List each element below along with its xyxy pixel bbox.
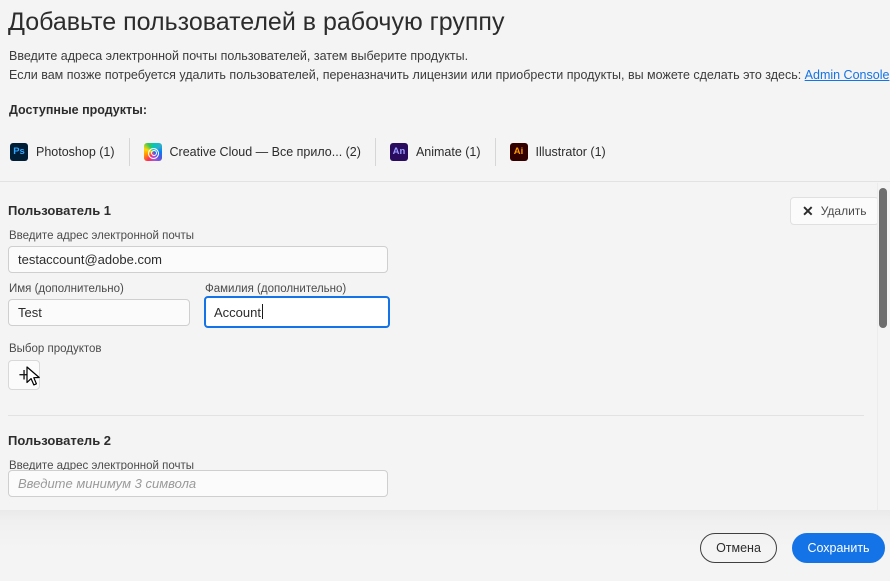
available-products-label: Доступные продукты: [9,103,147,117]
user-divider [8,415,864,416]
add-users-dialog: Добавьте пользователей в рабочую группу … [0,0,890,581]
text-caret [262,304,263,319]
plus-icon: + [18,364,30,386]
product-chip-illustrator[interactable]: Ai Illustrator (1) [494,138,620,166]
user-1-title: Пользователь 1 [8,203,112,218]
creative-cloud-icon [143,143,162,161]
instruction-line-1: Введите адреса электронной почты пользов… [9,49,469,63]
users-scroll-panel[interactable]: Пользователь 1 ✕ Удалить Введите адрес э… [0,181,890,516]
user-1-firstname-label: Имя (дополнительно) [9,283,124,295]
product-name-animate: Animate (1) [415,145,481,159]
product-chip-creative-cloud[interactable]: Creative Cloud — Все прило... (2) [128,138,375,166]
dialog-header: Добавьте пользователей в рабочую группу … [0,0,890,95]
user-1-lastname-label: Фамилия (дополнительно) [205,283,347,295]
available-products-list: Ps Photoshop (1) Creative Cloud — Все пр… [6,138,620,166]
save-button[interactable]: Сохранить [792,533,885,563]
product-name-photoshop: Photoshop (1) [36,145,115,159]
cancel-button[interactable]: Отмена [700,533,777,563]
user-1-delete-label: Удалить [820,204,867,218]
instruction-line-2: Если вам позже потребуется удалить польз… [9,68,890,82]
close-icon: ✕ [802,203,814,219]
photoshop-icon: Ps [10,143,28,161]
user-1-add-product-button[interactable]: + [8,360,40,390]
user-2-title: Пользователь 2 [8,433,112,448]
user-1-firstname-input[interactable] [8,299,190,326]
animate-icon: An [389,143,408,161]
user-1-lastname-input[interactable] [204,296,390,328]
user-1-delete-button[interactable]: ✕ Удалить [790,197,879,225]
user-1-email-label: Введите адрес электронной почты [9,230,195,242]
admin-console-link[interactable]: Admin Console [805,68,890,82]
user-1-products-label: Выбор продуктов [9,343,102,355]
product-name-illustrator: Illustrator (1) [535,145,606,159]
panel-scrollbar-thumb[interactable] [879,188,887,328]
product-chip-photoshop[interactable]: Ps Photoshop (1) [6,138,129,166]
user-1-email-input[interactable] [8,246,388,273]
page-title: Добавьте пользователей в рабочую группу [8,8,505,36]
product-name-creative-cloud: Creative Cloud — Все прило... (2) [169,145,361,159]
instruction-line-2-prefix: Если вам позже потребуется удалить польз… [9,68,805,82]
illustrator-icon: Ai [509,143,528,161]
product-chip-animate[interactable]: An Animate (1) [374,138,495,166]
dialog-footer: Отмена Сохранить [0,510,890,581]
user-2-email-input[interactable] [8,470,388,497]
